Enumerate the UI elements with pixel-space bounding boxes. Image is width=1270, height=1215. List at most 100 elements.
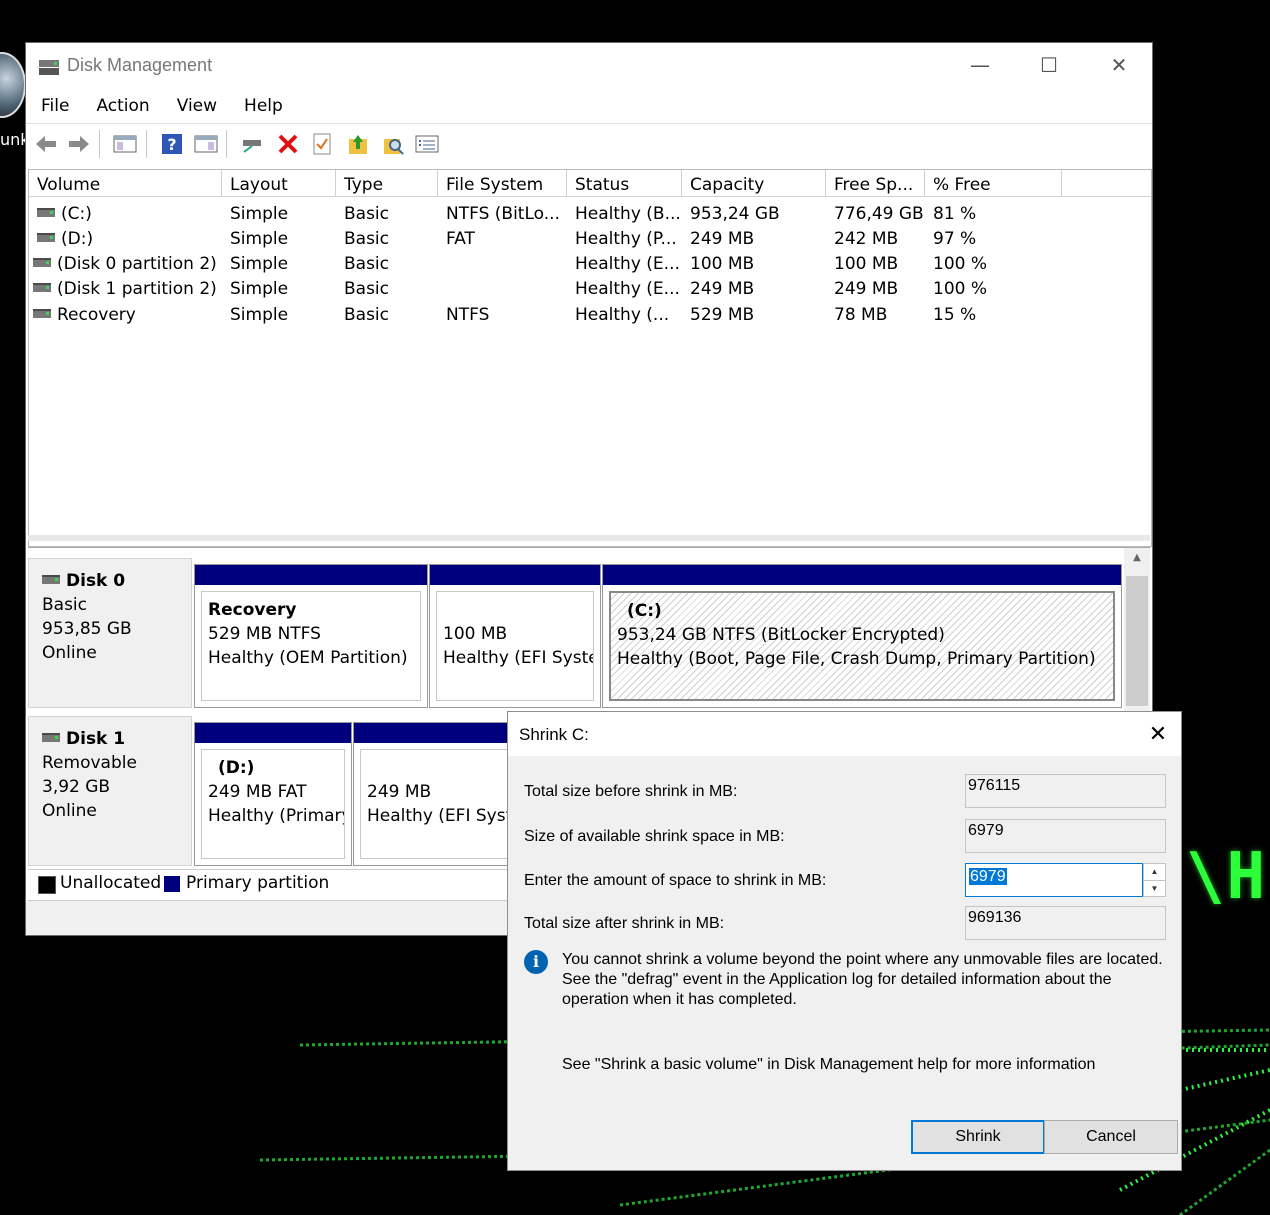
drive-icon [33,282,51,292]
volume-row[interactable]: (C:) Simple Basic NTFS (BitLo... Healthy… [29,202,1151,227]
volume-layout: Simple [230,279,289,299]
partition-status: Healthy (Boot, Page File, Crash Dump, Pr… [617,649,1096,669]
column-header-capacity[interactable]: Capacity [682,170,826,196]
total-before-field: 976115 [965,774,1166,808]
volume-type: Basic [344,305,390,325]
disk-type: Basic [42,595,88,615]
console-tree-icon[interactable] [113,132,137,156]
close-button[interactable]: ✕ [1084,43,1154,87]
back-arrow-icon[interactable] [34,132,58,156]
window-title: Disk Management [67,55,213,75]
volume-row[interactable]: Recovery Simple Basic NTFS Healthy (... … [29,303,1151,328]
cancel-button[interactable]: Cancel [1044,1120,1178,1154]
pane-splitter[interactable] [28,535,1150,541]
search-icon[interactable] [381,132,405,156]
partition-recovery[interactable]: Recovery 529 MB NTFS Healthy (OEM Partit… [194,564,428,708]
disk-0-info[interactable]: Disk 0 Basic 953,85 GB Online [28,558,192,708]
disk-management-app-icon [39,60,59,75]
disk-name: Disk 1 [66,729,126,749]
volume-layout: Simple [230,305,289,325]
dialog-title: Shrink C: [519,725,589,744]
volume-file-system: NTFS [446,305,490,325]
partition-efi-disk0[interactable]: 100 MB Healthy (EFI Syster [429,564,601,708]
volume-row[interactable]: (Disk 1 partition 2) Simple Basic Health… [29,277,1151,302]
disk-size: 3,92 GB [42,777,111,797]
volume-layout: Simple [230,254,289,274]
scroll-up-icon[interactable]: ▲ [1124,548,1150,568]
volume-status: Healthy (... [575,305,670,325]
menu-view[interactable]: View [162,91,229,121]
volume-name: Recovery [57,305,136,325]
info-message: You cannot shrink a volume beyond the po… [562,951,1163,1008]
menu-action[interactable]: Action [81,91,161,121]
info-icon: i [524,950,548,974]
partition-status: Healthy (Primary [208,806,345,826]
connect-disk-icon[interactable] [240,132,264,156]
svg-text:?: ? [167,135,176,154]
partition-c[interactable]: (C:) 953,24 GB NTFS (BitLocker Encrypted… [602,564,1122,708]
spin-down-icon[interactable]: ▼ [1144,880,1165,897]
maximize-button[interactable]: ☐ [1014,43,1084,87]
volume-percent-free: 97 % [933,229,977,249]
dialog-close-icon[interactable]: ✕ [1135,712,1181,756]
column-header-status[interactable]: Status [567,170,682,196]
settings-list-icon[interactable] [415,132,439,156]
desktop-shortcut-icon[interactable] [0,52,26,118]
volume-percent-free: 100 % [933,254,988,274]
volume-type: Basic [344,229,390,249]
shrink-amount-input[interactable]: 6979 [965,863,1143,897]
total-after-label: Total size after shrink in MB: [524,915,725,932]
help-icon[interactable]: ? [160,132,184,156]
menu-help[interactable]: Help [229,91,295,121]
volume-percent-free: 81 % [933,204,977,224]
disk-size: 953,85 GB [42,619,132,639]
volume-status: Healthy (B... [575,204,681,224]
shrink-button[interactable]: Shrink [911,1120,1045,1154]
drive-icon [37,232,55,242]
partition-size: 953,24 GB NTFS (BitLocker Encrypted) [617,625,945,645]
export-list-icon[interactable] [346,132,370,156]
legend-unallocated: Unallocated [60,873,162,893]
menu-file[interactable]: File [26,91,81,121]
properties-icon[interactable] [310,132,334,156]
volume-capacity: 953,24 GB [690,204,780,224]
volume-row[interactable]: (Disk 0 partition 2) Simple Basic Health… [29,252,1151,277]
column-header-percent-free[interactable]: % Free [925,170,1062,196]
shrink-amount-spinner[interactable]: ▲ ▼ [1143,863,1166,897]
volume-status: Healthy (P... [575,229,677,249]
legend-swatch-primary [164,876,180,892]
drive-icon [37,207,55,217]
partition-name: Recovery [208,600,297,620]
forward-arrow-icon[interactable] [67,132,91,156]
action-pane-icon[interactable] [194,132,218,156]
volume-layout: Simple [230,229,289,249]
shrink-amount-value: 6979 [969,868,1007,885]
column-header-free-space[interactable]: Free Sp... [826,170,925,196]
volume-type: Basic [344,279,390,299]
drive-icon [33,257,51,267]
minimize-button[interactable]: — [945,43,1015,87]
help-message: See "Shrink a basic volume" in Disk Mana… [562,1056,1096,1073]
volume-capacity: 100 MB [690,254,755,274]
partition-d[interactable]: (D:) 249 MB FAT Healthy (Primary [194,722,352,866]
column-header-volume[interactable]: Volume [29,170,222,196]
volume-free-space: 776,49 GB [834,204,924,224]
column-header-type[interactable]: Type [336,170,438,196]
volume-list: Volume Layout Type File System Status Ca… [28,169,1152,547]
available-space-field: 6979 [965,819,1166,853]
volume-status: Healthy (E... [575,279,680,299]
spin-up-icon[interactable]: ▲ [1144,864,1165,880]
scrollbar-thumb[interactable] [1126,576,1148,706]
volume-layout: Simple [230,204,289,224]
column-header-layout[interactable]: Layout [222,170,336,196]
volume-free-space: 249 MB [834,279,899,299]
volume-free-space: 78 MB [834,305,888,325]
volume-name: (C:) [61,204,92,224]
partition-size: 249 MB FAT [208,782,307,802]
disk-1-info[interactable]: Disk 1 Removable 3,92 GB Online [28,716,192,866]
volume-row[interactable]: (D:) Simple Basic FAT Healthy (P... 249 … [29,227,1151,252]
menu-bar: File Action View Help [26,91,1152,121]
column-header-file-system[interactable]: File System [438,170,567,196]
volume-status: Healthy (E... [575,254,680,274]
delete-icon[interactable] [276,132,300,156]
